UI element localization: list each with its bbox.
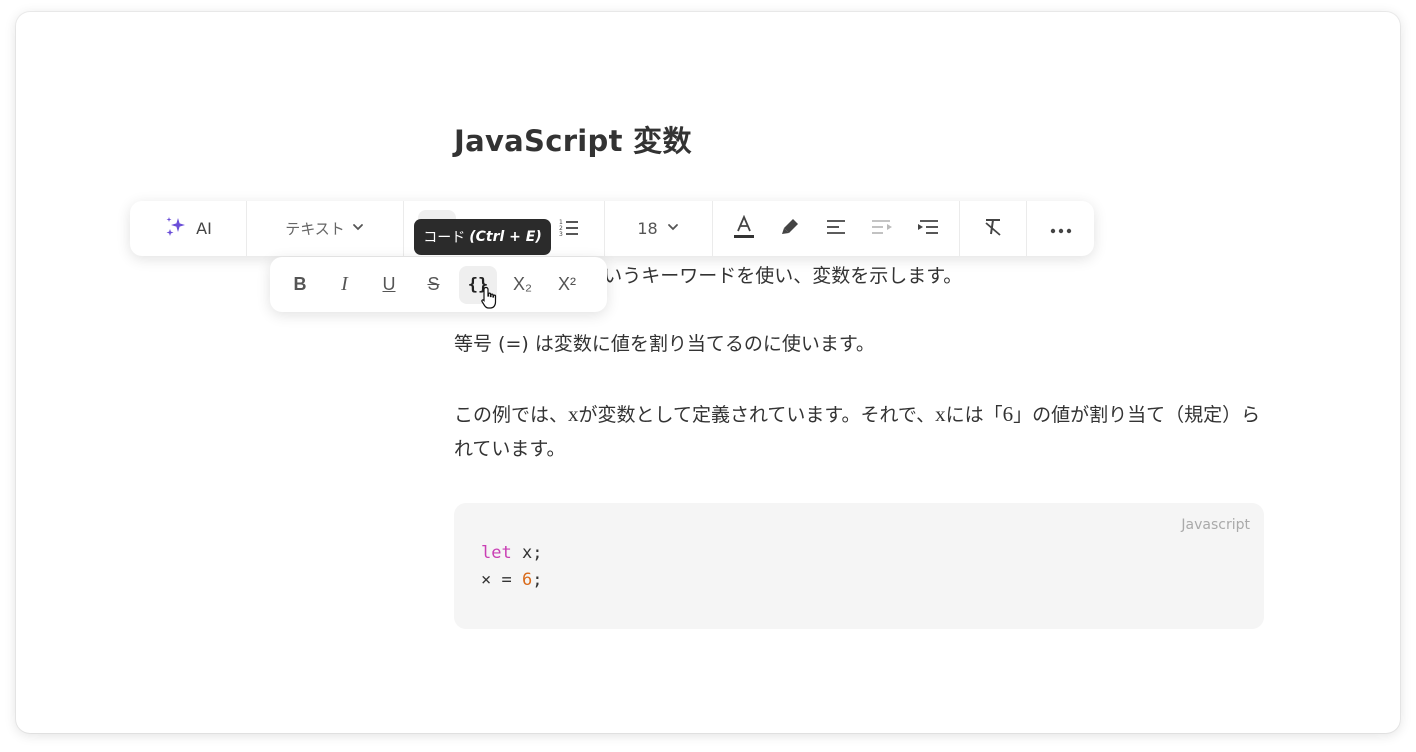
code-text: ; [532, 570, 543, 590]
ai-button[interactable]: AI [164, 215, 212, 243]
highlight-button[interactable] [771, 210, 809, 248]
subscript-button[interactable]: X₂ [504, 266, 542, 304]
paragraph-equals[interactable]: 等号 (=) は変数に値を割り当てるのに使います。 [454, 327, 875, 361]
outdent-icon [871, 219, 893, 239]
more-horizontal-icon [1050, 219, 1072, 238]
code-number: 6 [521, 570, 533, 590]
text-span: が変数として定義されています。それで、 [578, 404, 936, 426]
sparkles-icon [164, 215, 188, 243]
font-size-group: 18 [605, 201, 713, 256]
text-style-group: テキスト [247, 201, 404, 256]
code-tooltip: コード (Ctrl + E) [414, 219, 551, 255]
strikethrough-button[interactable]: S [415, 266, 453, 304]
superscript-icon: X² [558, 274, 576, 294]
more-group [1027, 201, 1094, 256]
text-style-label: テキスト [285, 220, 345, 238]
code-line: let x; [481, 540, 542, 567]
strikethrough-icon: S [427, 274, 440, 294]
text-color-button[interactable] [725, 210, 763, 248]
underline-icon: U [382, 274, 396, 294]
align-button[interactable] [817, 210, 855, 248]
numbered-list-button[interactable]: 1 2 3 [550, 210, 588, 248]
clear-format-group [960, 201, 1027, 256]
code-text: x; [511, 543, 543, 563]
code-language-label[interactable]: Javascript [1181, 517, 1250, 533]
highlighter-icon [780, 217, 800, 241]
chevron-down-icon [351, 220, 365, 238]
chevron-down-icon [666, 219, 680, 238]
ai-label: AI [196, 219, 212, 238]
clear-formatting-button[interactable] [974, 210, 1012, 248]
italic-icon: I [341, 273, 348, 295]
underline-button[interactable]: U [370, 266, 408, 304]
main-toolbar: AI テキスト 1 2 3 18 [130, 201, 1094, 256]
page-title[interactable]: JavaScript 変数 [454, 118, 692, 160]
indent-icon [917, 219, 939, 239]
bold-icon: B [293, 274, 307, 294]
outdent-button[interactable] [863, 210, 901, 248]
text-style-dropdown[interactable]: テキスト [285, 218, 365, 239]
code-block[interactable]: Javascript let x; × = 6; [454, 503, 1264, 629]
variable-x: x [935, 402, 946, 426]
clear-format-icon [983, 217, 1003, 241]
text-span: には「 [945, 404, 1003, 426]
bold-button[interactable]: B [281, 266, 319, 304]
text-color-icon [733, 214, 755, 243]
text-span: というキーワードを使い、変数を示します。 [584, 265, 963, 287]
pointer-hand-icon [481, 286, 499, 314]
code-text: × = [481, 570, 522, 590]
numbered-list-icon: 1 2 3 [558, 217, 580, 241]
indent-button[interactable] [909, 210, 947, 248]
variable-x: x [568, 402, 579, 426]
font-size-value: 18 [637, 219, 658, 238]
code-content[interactable]: let x; × = 6; [481, 540, 542, 594]
align-left-icon [826, 219, 846, 239]
text-span: この例では、 [454, 404, 569, 426]
italic-button[interactable]: I [326, 266, 364, 304]
svg-text:3: 3 [559, 231, 563, 237]
more-options-button[interactable] [1042, 210, 1080, 248]
code-keyword: let [481, 543, 512, 563]
inline-format-toolbar: B I U S {} X₂ X² [270, 257, 607, 312]
code-line: × = 6; [481, 567, 542, 594]
paragraph-example[interactable]: この例では、xが変数として定義されています。それで、xには「6」の値が割り当て（… [454, 397, 1266, 466]
superscript-button[interactable]: X² [548, 266, 586, 304]
value-six: 6 [1002, 402, 1014, 426]
font-size-dropdown[interactable]: 18 [637, 219, 679, 238]
ai-group: AI [130, 201, 247, 256]
subscript-icon: X₂ [513, 274, 532, 294]
color-align-group [713, 201, 960, 256]
tooltip-shortcut: (Ctrl + E) [469, 229, 542, 245]
tooltip-label: コード [423, 230, 466, 246]
